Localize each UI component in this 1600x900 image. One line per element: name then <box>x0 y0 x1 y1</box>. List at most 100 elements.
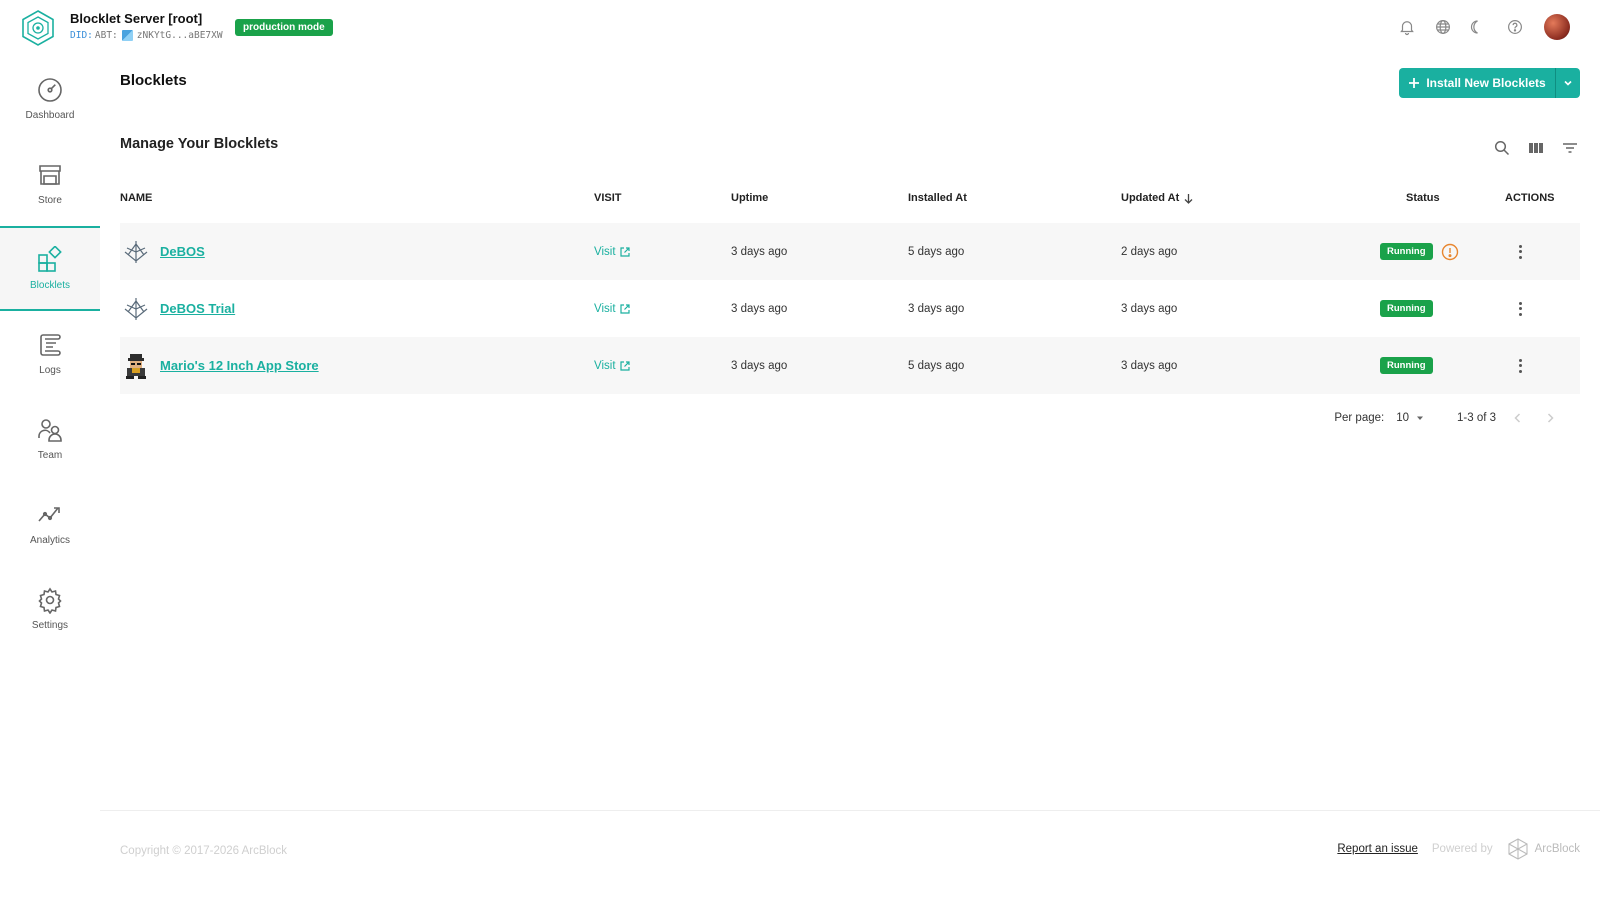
visit-label: Visit <box>594 359 616 372</box>
blocklet-name-link[interactable]: DeBOS Trial <box>160 301 235 316</box>
column-header-visit[interactable]: VISIT <box>594 192 622 204</box>
arcblock-brand[interactable]: ArcBlock <box>1507 838 1580 860</box>
pagination: Per page: 10 1-3 of 3 <box>1334 408 1560 428</box>
installed-cell: 5 days ago <box>908 359 965 372</box>
blocklets-icon <box>38 246 62 272</box>
uptime-cell: 3 days ago <box>731 359 788 372</box>
visit-cell: Visit <box>594 223 630 280</box>
uptime-cell: 3 days ago <box>731 245 788 258</box>
status-badge: Running <box>1380 300 1433 317</box>
sidebar-item-blocklets[interactable]: Blocklets <box>0 226 100 311</box>
sidebar: Dashboard Store Blocklets Logs Team Anal… <box>0 56 100 651</box>
sidebar-item-logs[interactable]: Logs <box>0 311 100 396</box>
mario-app-store-logo-icon <box>122 352 150 380</box>
sidebar-item-dashboard[interactable]: Dashboard <box>0 56 100 141</box>
production-mode-badge: production mode <box>235 19 333 36</box>
more-actions-icon[interactable] <box>1512 244 1528 259</box>
install-dropdown-toggle[interactable] <box>1556 68 1580 98</box>
help-icon[interactable] <box>1504 16 1526 38</box>
per-page-label: Per page: <box>1334 412 1385 424</box>
bell-icon[interactable] <box>1396 16 1418 38</box>
sidebar-item-label: Analytics <box>29 535 70 546</box>
next-page-button[interactable] <box>1540 408 1560 428</box>
table-row[interactable]: Mario's 12 Inch App Store Visit 3 days a… <box>120 337 1580 394</box>
blocklets-table: NAME VISIT Uptime Installed At Updated A… <box>120 175 1580 394</box>
external-link-icon <box>619 360 630 371</box>
debos-logo-icon <box>122 295 150 323</box>
previous-page-button[interactable] <box>1508 408 1528 428</box>
moon-icon[interactable] <box>1468 16 1490 38</box>
visit-label: Visit <box>594 245 616 258</box>
updated-cell: 2 days ago <box>1121 245 1178 258</box>
user-avatar[interactable] <box>1544 14 1570 40</box>
footer-links: Report an issue Powered by ArcBlock <box>1337 838 1580 860</box>
warning-icon[interactable] <box>1441 243 1459 261</box>
blocklet-name-link[interactable]: Mario's 12 Inch App Store <box>160 358 319 373</box>
status-badge: Running <box>1380 243 1433 260</box>
visit-link[interactable]: Visit <box>594 303 630 315</box>
per-page-select[interactable]: 10 <box>1396 412 1425 424</box>
blocklet-name-link[interactable]: DeBOS <box>160 244 205 259</box>
visit-cell: Visit <box>594 280 630 337</box>
table-row[interactable]: DeBOS Trial Visit 3 days ago 3 days ago … <box>120 280 1580 337</box>
visit-label: Visit <box>594 302 616 315</box>
name-cell: DeBOS <box>122 223 205 280</box>
name-cell: DeBOS Trial <box>122 280 235 337</box>
chevron-right-icon <box>1547 413 1554 423</box>
more-actions-icon[interactable] <box>1512 358 1528 373</box>
visit-link[interactable]: Visit <box>594 246 630 258</box>
table-header: NAME VISIT Uptime Installed At Updated A… <box>120 175 1580 223</box>
column-header-actions: ACTIONS <box>1505 192 1555 204</box>
debos-logo-icon <box>122 238 150 266</box>
sidebar-item-team[interactable]: Team <box>0 396 100 481</box>
status-badge: Running <box>1380 357 1433 374</box>
actions-cell <box>1512 223 1528 280</box>
arcblock-logo-icon <box>1508 838 1528 860</box>
sidebar-item-analytics[interactable]: Analytics <box>0 481 100 566</box>
logs-icon <box>40 334 61 356</box>
chevron-left-icon <box>1514 413 1521 423</box>
search-icon[interactable] <box>1492 138 1512 158</box>
team-icon <box>38 419 62 442</box>
column-header-status[interactable]: Status <box>1406 192 1440 204</box>
visit-link[interactable]: Visit <box>594 360 630 372</box>
status-cell: Running <box>1380 337 1433 394</box>
status-cell: Running <box>1380 280 1433 337</box>
powered-by-label: Powered by <box>1431 843 1493 855</box>
status-cell: Running <box>1380 223 1459 280</box>
actions-cell <box>1512 280 1528 337</box>
page-title: Blocklets <box>120 72 187 89</box>
sort-descending-icon <box>1184 193 1193 204</box>
did-prefix: DID: <box>70 30 93 41</box>
column-header-installed[interactable]: Installed At <box>908 192 967 204</box>
column-header-uptime[interactable]: Uptime <box>731 192 768 204</box>
sidebar-item-label: Blocklets <box>29 280 70 291</box>
install-button-main[interactable]: Install New Blocklets <box>1399 68 1555 98</box>
per-page-value: 10 <box>1396 412 1409 424</box>
filter-icon[interactable] <box>1560 138 1580 158</box>
sidebar-item-settings[interactable]: Settings <box>0 566 100 651</box>
actions-cell <box>1512 337 1528 394</box>
visit-cell: Visit <box>594 337 630 394</box>
columns-icon[interactable] <box>1526 138 1546 158</box>
top-header: Blocklet Server [root] DID: ABT: zNKYtG.… <box>0 0 1600 56</box>
installed-cell: 5 days ago <box>908 245 965 258</box>
chevron-down-icon <box>1564 80 1572 86</box>
sidebar-item-label: Store <box>38 195 62 206</box>
globe-icon[interactable] <box>1432 16 1454 38</box>
server-did[interactable]: DID: ABT: zNKYtG...aBE7XW <box>70 30 223 41</box>
blocklet-server-logo-icon[interactable] <box>18 8 58 48</box>
column-header-updated[interactable]: Updated At <box>1121 192 1194 204</box>
more-actions-icon[interactable] <box>1512 301 1528 316</box>
sidebar-item-label: Logs <box>39 365 61 376</box>
footer-divider <box>100 810 1600 811</box>
settings-icon <box>38 587 62 614</box>
analytics-icon <box>38 507 60 522</box>
install-new-blocklets-button[interactable]: Install New Blocklets <box>1399 68 1580 98</box>
sidebar-item-store[interactable]: Store <box>0 141 100 226</box>
updated-cell: 3 days ago <box>1121 302 1178 315</box>
column-header-name[interactable]: NAME <box>120 192 152 204</box>
uptime-cell: 3 days ago <box>731 302 788 315</box>
table-row[interactable]: DeBOS Visit 3 days ago 5 days ago 2 days… <box>120 223 1580 280</box>
report-issue-link[interactable]: Report an issue <box>1337 843 1418 855</box>
